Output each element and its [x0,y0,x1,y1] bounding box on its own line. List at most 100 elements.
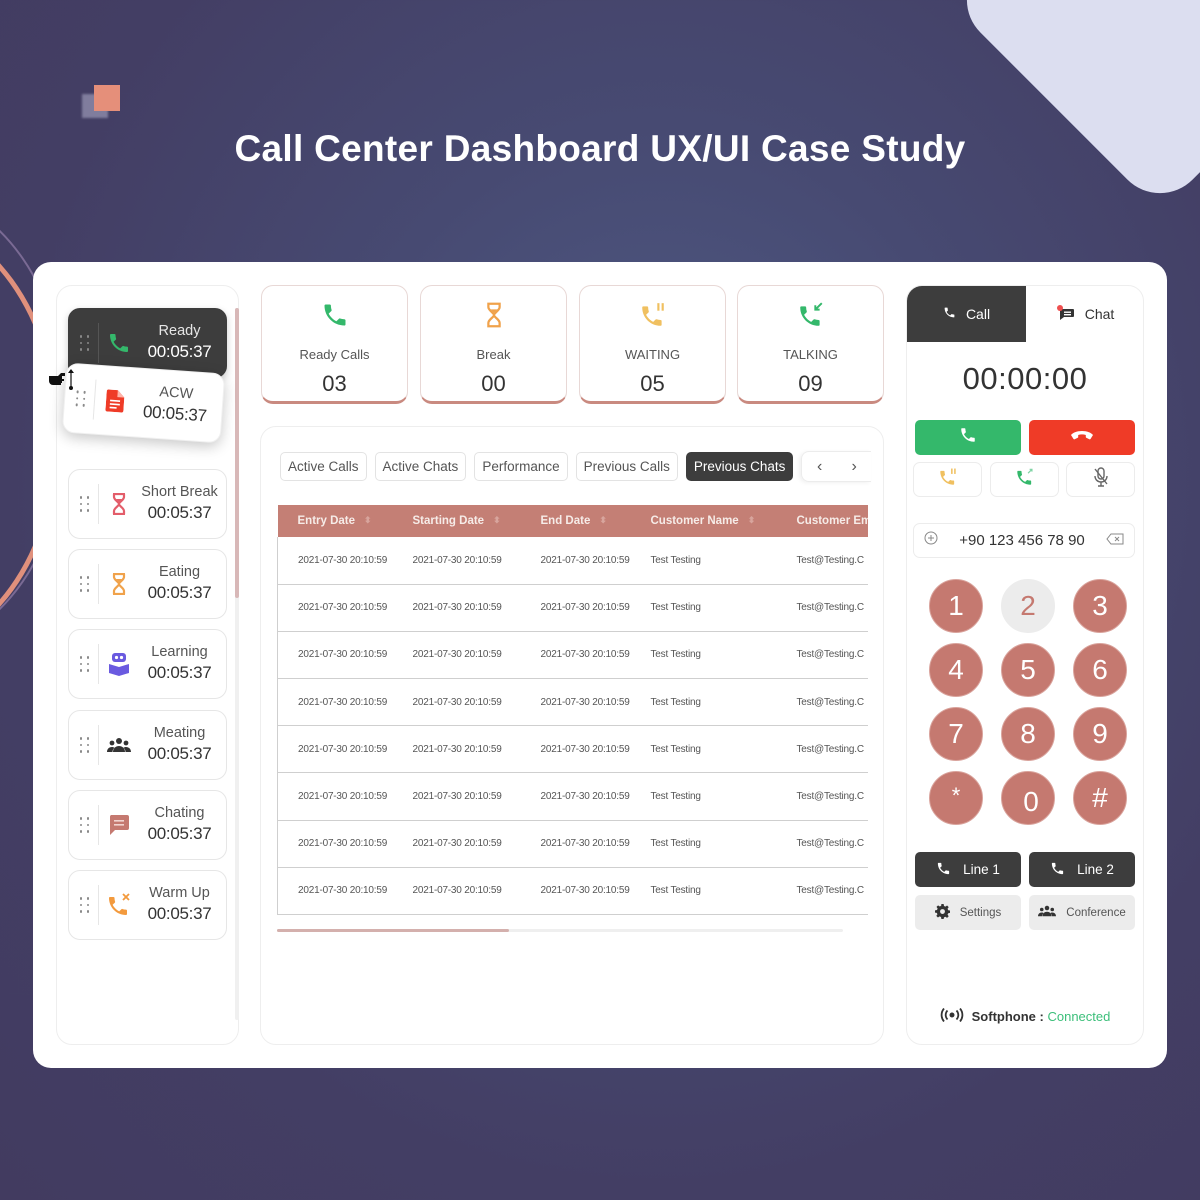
status-label: Ready [158,323,201,339]
conference-button[interactable]: Conference [1029,895,1135,930]
group-icon [1038,905,1057,920]
tab-call[interactable]: Call [907,286,1026,342]
softphone-label: Softphone : [971,1009,1044,1024]
dial-number-field[interactable]: +90 123 456 78 90 [913,523,1135,558]
softphone-status: Softphone : Connected [907,1007,1143,1025]
settings-button[interactable]: Settings [915,895,1021,930]
status-card-eating[interactable]: Eating 00:05:37 [68,549,227,619]
transfer-call-button[interactable] [990,462,1059,497]
drag-handle-icon[interactable] [71,564,99,604]
hang-up-button[interactable] [1029,420,1135,455]
keypad-key-2[interactable]: 2 [1001,579,1055,633]
keypad-key-star[interactable]: * [929,771,983,825]
column-header-end-date[interactable]: End Date ⬍ [520,505,631,537]
answer-call-button[interactable] [915,420,1021,455]
softphone-tabs: Call Chat [907,286,1143,342]
keypad-key-4[interactable]: 4 [929,643,983,697]
tab-active-calls[interactable]: Active Calls [280,452,367,481]
status-label: Warm Up [149,885,210,901]
table-row[interactable]: 2021-07-30 20:10:59 2021-07-30 20:10:59 20… [277,678,868,727]
table-cell: Test Testing [630,867,777,915]
keypad-key-hash[interactable]: # [1073,771,1127,825]
table-cell: 2021-07-30 20:10:59 [277,584,393,632]
status-card-acw[interactable]: ACW 00:05:37 [61,362,226,444]
drag-pointer-cursor-icon [47,368,77,397]
table-cell: 2021-07-30 20:10:59 [520,867,631,915]
phone-icon [943,306,956,322]
add-contact-icon[interactable] [924,531,938,550]
dialed-number: +90 123 456 78 90 [959,532,1085,549]
document-icon [94,389,135,414]
page-title: Call Center Dashboard UX/UI Case Study [234,128,966,169]
table-cell: Test@Testing.C [776,537,868,585]
table-row[interactable]: 2021-07-30 20:10:59 2021-07-30 20:10:59 20… [277,631,868,680]
table-cell: Test@Testing.C [776,678,868,727]
status-time: 00:05:37 [147,342,212,361]
table-row[interactable]: 2021-07-30 20:10:59 2021-07-30 20:10:59 20… [277,820,868,868]
softphone-panel: Call Chat 00:00:00 +90 123 456 78 90 1 2… [906,285,1144,1045]
tab-previous-calls[interactable]: Previous Calls [575,452,678,481]
table-cell: Test@Testing.C [776,867,868,915]
drag-handle-icon[interactable] [71,644,99,684]
drag-handle-icon[interactable] [71,725,99,765]
tab-bar: Active Calls Active Chats Performance Pr… [280,451,872,482]
status-card-learning[interactable]: Learning 00:05:37 [68,629,227,699]
keypad-key-7[interactable]: 7 [929,707,983,761]
status-card-short-break[interactable]: Short Break 00:05:37 [68,469,227,539]
table-cell: Test Testing [630,820,777,868]
column-header-starting-date[interactable]: Starting Date ⬍ [392,505,521,537]
drag-handle-icon[interactable] [71,323,99,363]
hold-call-button[interactable] [913,462,982,497]
table-cell: Test@Testing.C [776,772,868,821]
stat-card-talking: TALKING 09 [737,285,884,404]
tab-previous-chats[interactable]: Previous Chats [685,452,794,481]
sort-icon: ⬍ [599,515,607,526]
line-2-button[interactable]: Line 2 [1029,852,1135,887]
column-header-entry-date[interactable]: Entry Date ⬍ [277,505,393,537]
stat-value: 00 [481,371,506,396]
phone-incoming-icon [738,298,883,332]
keypad-key-8[interactable]: 8 [1001,707,1055,761]
drag-handle-icon[interactable] [71,805,99,845]
tab-active-chats[interactable]: Active Chats [374,452,467,481]
table-cell: Test@Testing.C [776,584,868,632]
mute-button[interactable] [1066,462,1135,497]
keypad-key-3[interactable]: 3 [1073,579,1127,633]
status-card-warm-up[interactable]: Warm Up 00:05:37 [68,870,227,940]
table-row[interactable]: 2021-07-30 20:10:59 2021-07-30 20:10:59 20… [277,867,868,915]
tab-performance[interactable]: Performance [474,452,568,481]
drag-handle-icon[interactable] [71,885,99,925]
dashboard-board: Ready 00:05:37 ACW 00:05:37 Short Break … [33,262,1167,1068]
keypad-key-9[interactable]: 9 [1073,707,1127,761]
keypad-key-1[interactable]: 1 [929,579,983,633]
keypad-key-6[interactable]: 6 [1073,643,1127,697]
keypad-key-5[interactable]: 5 [1001,643,1055,697]
backspace-icon[interactable] [1106,532,1124,550]
table-cell: 2021-07-30 20:10:59 [392,584,521,632]
previous-chats-table: Entry Date ⬍ Starting Date ⬍ End Date ⬍ Cus… [277,505,868,915]
table-row[interactable]: 2021-07-30 20:10:59 2021-07-30 20:10:59 20… [277,537,868,585]
column-header-customer-email[interactable]: Customer Email [776,505,868,537]
status-time: 00:05:37 [147,663,212,682]
status-card-chating[interactable]: Chating 00:05:37 [68,790,227,860]
table-row[interactable]: 2021-07-30 20:10:59 2021-07-30 20:10:59 20… [277,584,868,632]
stat-card-ready-calls: Ready Calls 03 [261,285,408,404]
connection-status: Connected [1047,1009,1111,1024]
tab-navigation: ‹ › [801,451,872,482]
chevron-right-icon[interactable]: › [852,458,857,476]
keypad-key-0[interactable]: 0 [1001,771,1055,825]
table-row[interactable]: 2021-07-30 20:10:59 2021-07-30 20:10:59 20… [277,772,868,821]
status-card-meating[interactable]: Meating 00:05:37 [68,710,227,780]
table-cell: Test@Testing.C [776,725,868,774]
line-1-button[interactable]: Line 1 [915,852,1021,887]
phone-paused-icon [938,467,958,492]
drag-handle-icon[interactable] [71,484,99,524]
sidebar-scrollbar-thumb[interactable] [235,308,239,598]
table-row[interactable]: 2021-07-30 20:10:59 2021-07-30 20:10:59 20… [277,725,868,774]
table-scrollbar-thumb[interactable] [277,929,510,932]
chevron-left-icon[interactable]: ‹ [817,458,822,476]
table-cell: 2021-07-30 20:10:59 [277,537,393,585]
stat-card-waiting: WAITING 05 [579,285,726,404]
column-header-customer-name[interactable]: Customer Name ⬍ [630,505,777,537]
tab-chat[interactable]: Chat [1026,286,1143,342]
